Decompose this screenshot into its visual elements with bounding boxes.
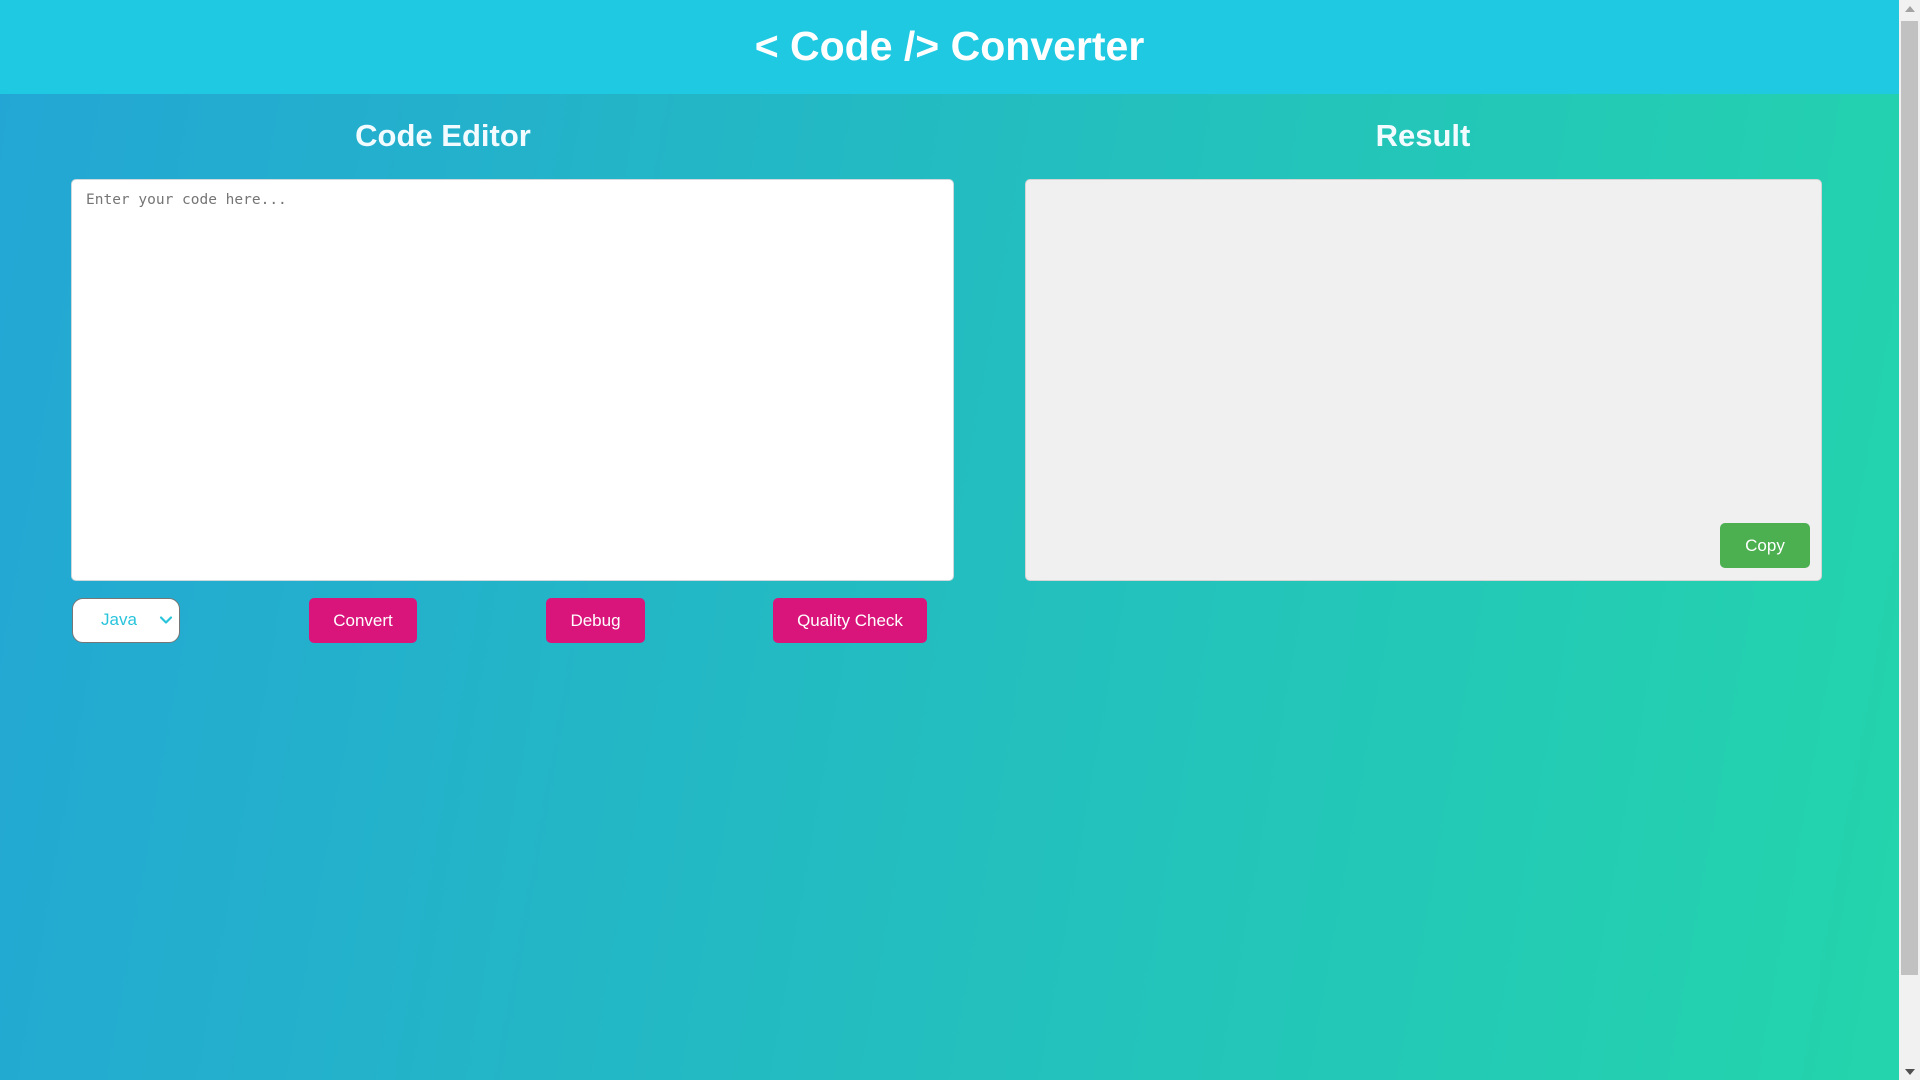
quality-check-button[interactable]: Quality Check bbox=[773, 598, 927, 643]
chevron-down-icon bbox=[159, 616, 173, 624]
copy-button[interactable]: Copy bbox=[1720, 523, 1810, 568]
arrow-up-icon bbox=[1904, 5, 1915, 12]
page: < Code /> Converter Code Editor Result C… bbox=[0, 0, 1899, 1080]
code-editor-heading: Code Editor bbox=[355, 118, 531, 153]
vertical-scrollbar[interactable] bbox=[1899, 0, 1920, 1080]
language-select[interactable]: Java bbox=[72, 598, 180, 643]
arrow-down-icon bbox=[1904, 1068, 1915, 1075]
app-header: < Code /> Converter bbox=[0, 0, 1899, 94]
debug-button[interactable]: Debug bbox=[546, 598, 645, 643]
code-input[interactable] bbox=[71, 179, 954, 581]
app-title: < Code /> Converter bbox=[754, 22, 1145, 69]
scroll-up-button[interactable] bbox=[1899, 0, 1920, 17]
result-heading: Result bbox=[1375, 118, 1471, 153]
language-select-value: Java bbox=[101, 610, 137, 629]
result-panel: Copy bbox=[1025, 179, 1822, 581]
convert-button[interactable]: Convert bbox=[309, 598, 417, 643]
scrollbar-thumb[interactable] bbox=[1901, 21, 1918, 975]
scroll-down-button[interactable] bbox=[1899, 1063, 1920, 1080]
